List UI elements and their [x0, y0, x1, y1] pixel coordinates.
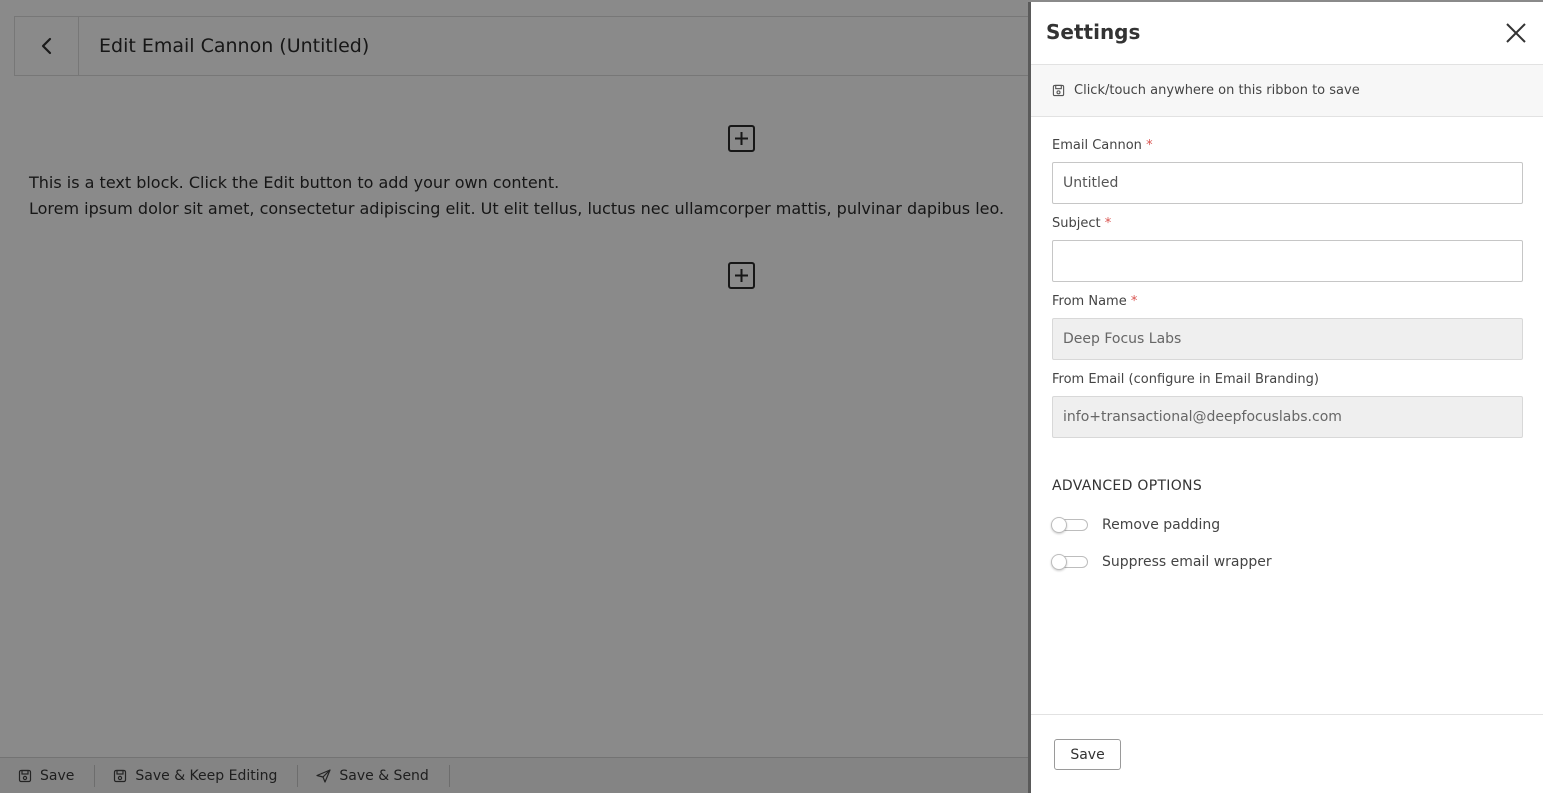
email-cannon-input[interactable]: [1052, 162, 1523, 204]
remove-padding-label: Remove padding: [1102, 517, 1221, 533]
email-cannon-label: Email Cannon *: [1052, 136, 1525, 156]
advanced-options-heading: ADVANCED OPTIONS: [1052, 478, 1203, 494]
settings-title: Settings: [1046, 20, 1141, 44]
ribbon-text: Click/touch anywhere on this ribbon to s…: [1074, 83, 1360, 98]
settings-footer: Save: [1031, 714, 1543, 793]
subject-input[interactable]: [1052, 240, 1523, 282]
suppress-wrapper-toggle[interactable]: [1051, 554, 1088, 570]
remove-padding-toggle[interactable]: [1051, 517, 1088, 533]
subject-label-text: Subject: [1052, 216, 1101, 231]
from-email-label: From Email (configure in Email Branding): [1052, 372, 1319, 387]
from-name-label: From Name *: [1052, 292, 1525, 312]
settings-save-button[interactable]: Save: [1054, 739, 1121, 770]
settings-form: Email Cannon * Subject * From Name * Fro…: [1031, 117, 1543, 573]
settings-panel: Settings Click/touch anywhere on this ri…: [1028, 2, 1543, 793]
close-icon: [1506, 23, 1526, 43]
email-cannon-field-group: Email Cannon *: [1052, 136, 1525, 204]
from-name-input: [1052, 318, 1523, 360]
remove-padding-option: Remove padding: [1051, 514, 1525, 536]
subject-field-group: Subject *: [1052, 214, 1525, 282]
subject-label: Subject *: [1052, 214, 1525, 234]
required-marker: *: [1104, 216, 1112, 231]
settings-header: Settings: [1031, 2, 1543, 65]
from-name-label-text: From Name: [1052, 294, 1127, 309]
required-marker: *: [1130, 294, 1138, 309]
suppress-wrapper-label: Suppress email wrapper: [1102, 554, 1272, 570]
save-icon: [1052, 84, 1065, 97]
toggle-knob: [1051, 554, 1067, 570]
required-marker: *: [1146, 138, 1153, 153]
email-cannon-label-text: Email Cannon: [1052, 138, 1142, 153]
from-email-input: [1052, 396, 1523, 438]
toggle-knob: [1051, 517, 1067, 533]
from-name-field-group: From Name *: [1052, 292, 1525, 360]
close-button[interactable]: [1503, 20, 1529, 46]
suppress-wrapper-option: Suppress email wrapper: [1051, 551, 1525, 573]
from-email-field-group: From Email (configure in Email Branding): [1052, 370, 1525, 438]
save-ribbon[interactable]: Click/touch anywhere on this ribbon to s…: [1031, 65, 1543, 117]
